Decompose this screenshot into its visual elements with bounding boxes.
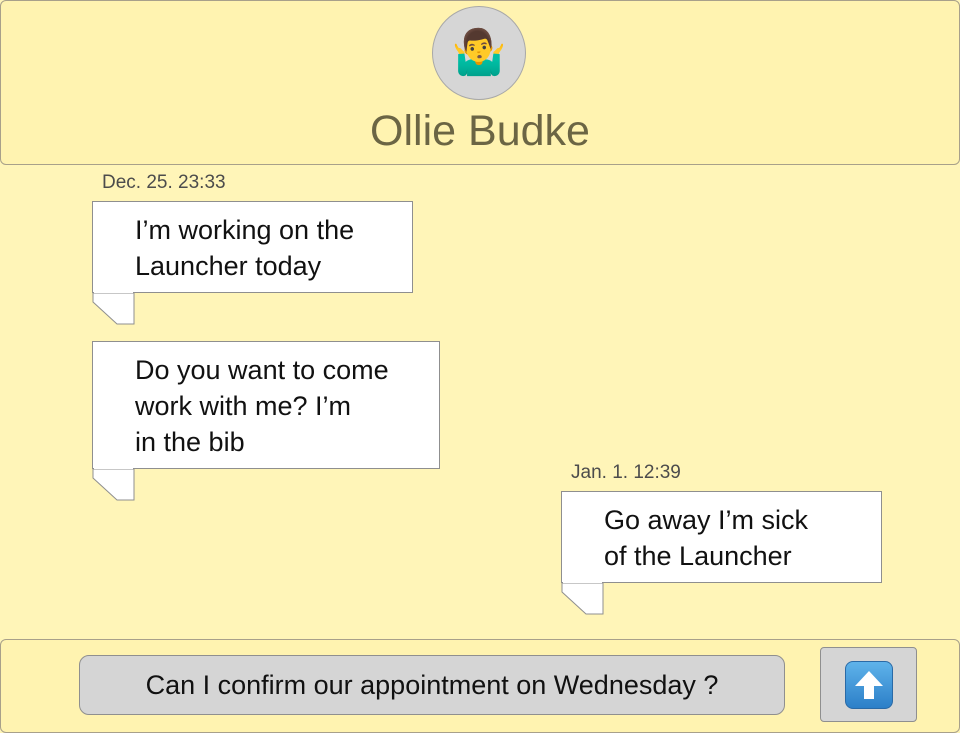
avatar[interactable]: 🤷‍♂️ (432, 6, 526, 100)
up-arrow-icon (844, 660, 893, 709)
message-bubble: Go away I’m sick of the Launcher (561, 491, 882, 583)
message-input[interactable]: Can I confirm our appointment on Wednesd… (79, 655, 785, 715)
compose-bar: Can I confirm our appointment on Wednesd… (0, 639, 960, 733)
message-bubble: I’m working on the Launcher today (92, 201, 413, 293)
chat-header: 🤷‍♂️ Ollie Budke (0, 0, 960, 165)
bubble-tail (561, 582, 604, 615)
bubble-tail (92, 468, 135, 501)
message-timestamp: Jan. 1. 12:39 (571, 462, 681, 483)
man-shrugging-icon: 🤷‍♂️ (451, 28, 507, 77)
message-bubble: Do you want to come work with me? I’m in… (92, 341, 440, 469)
bubble-tail (92, 292, 135, 325)
send-button[interactable] (820, 647, 917, 722)
message-timestamp: Dec. 25. 23:33 (102, 172, 226, 193)
contact-name: Ollie Budke (370, 107, 590, 155)
chat-app: 🤷‍♂️ Ollie Budke Dec. 25. 23:33 I’m work… (0, 0, 960, 733)
